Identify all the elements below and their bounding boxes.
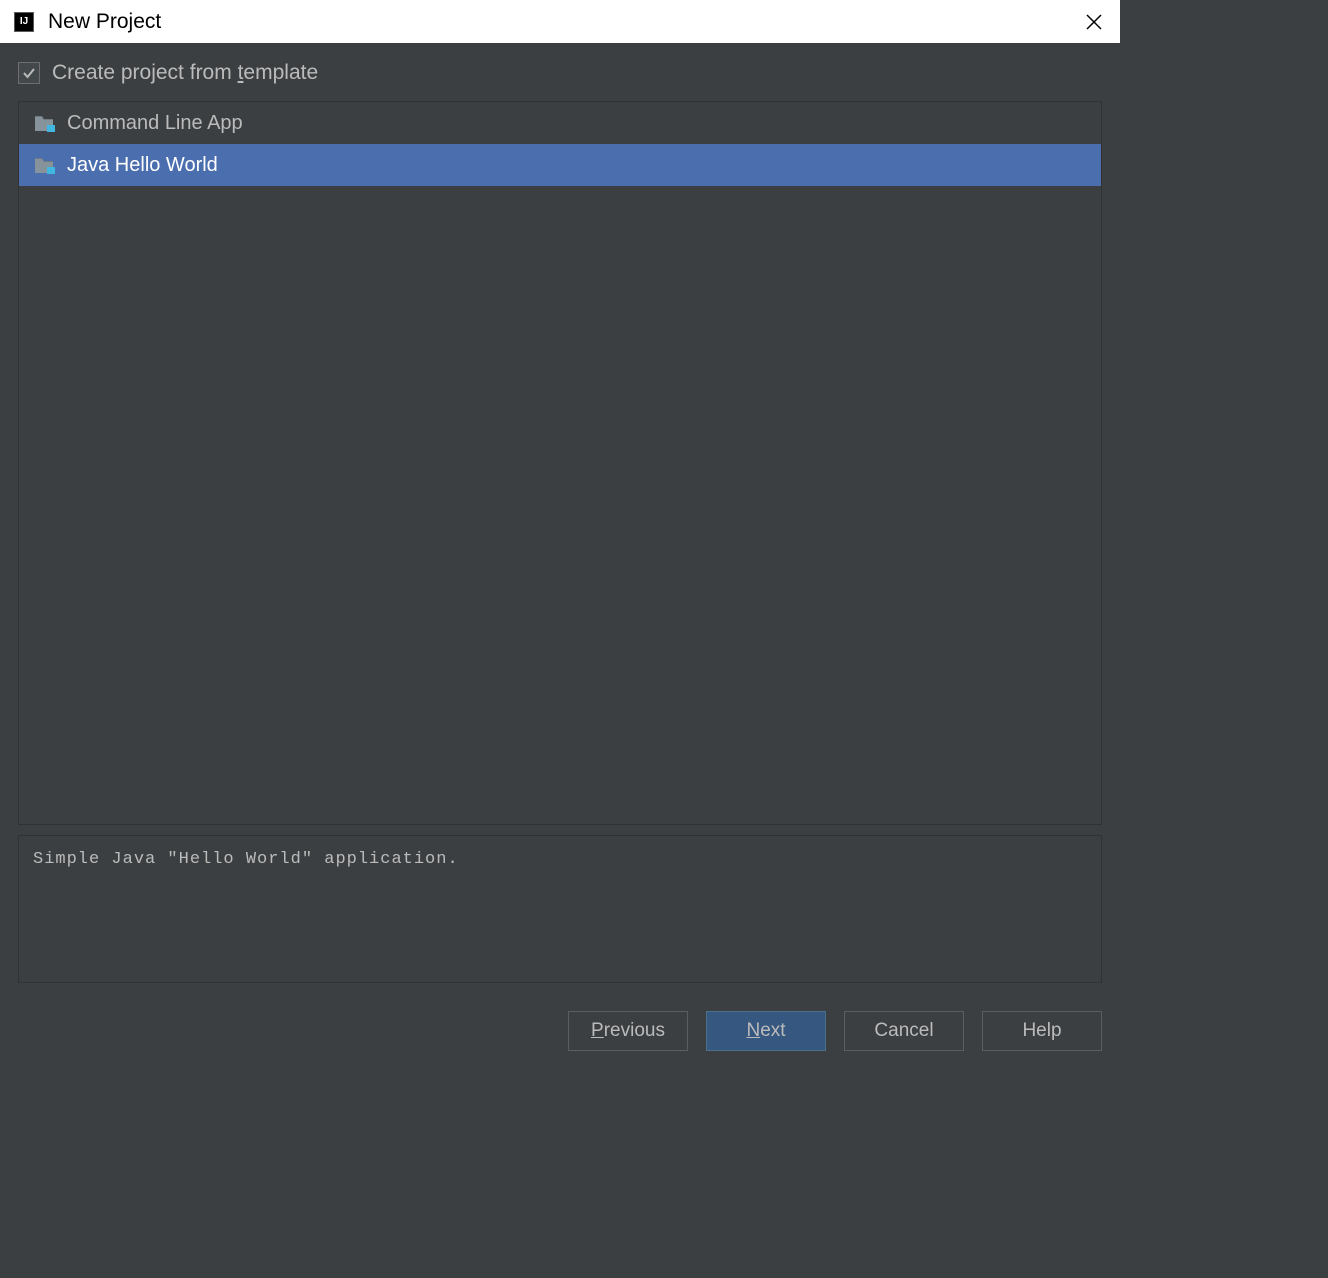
button-row: Previous Next Cancel Help (18, 1011, 1102, 1051)
help-button[interactable]: Help (982, 1011, 1102, 1051)
folder-icon (35, 156, 57, 174)
titlebar: IJ New Project (0, 0, 1120, 43)
description-text: Simple Java "Hello World" application. (33, 850, 1087, 869)
previous-button[interactable]: Previous (568, 1011, 688, 1051)
next-button[interactable]: Next (706, 1011, 826, 1051)
app-icon: IJ (14, 12, 34, 32)
create-from-template-label[interactable]: Create project from template (52, 61, 318, 85)
template-item[interactable]: Command Line App (19, 102, 1101, 144)
template-list[interactable]: Command Line App Java Hello World (18, 101, 1102, 825)
checkmark-icon (22, 66, 36, 80)
dialog-content: Create project from template Command Lin… (0, 43, 1120, 1092)
template-checkbox-row: Create project from template (18, 61, 1102, 85)
description-box: Simple Java "Hello World" application. (18, 835, 1102, 983)
template-item-label: Command Line App (67, 112, 243, 135)
cancel-button[interactable]: Cancel (844, 1011, 964, 1051)
create-from-template-checkbox[interactable] (18, 62, 40, 84)
close-icon (1085, 13, 1103, 31)
template-item[interactable]: Java Hello World (19, 144, 1101, 186)
template-item-label: Java Hello World (67, 154, 218, 177)
window-title: New Project (48, 10, 161, 34)
close-button[interactable] (1082, 10, 1106, 34)
folder-icon (35, 114, 57, 132)
